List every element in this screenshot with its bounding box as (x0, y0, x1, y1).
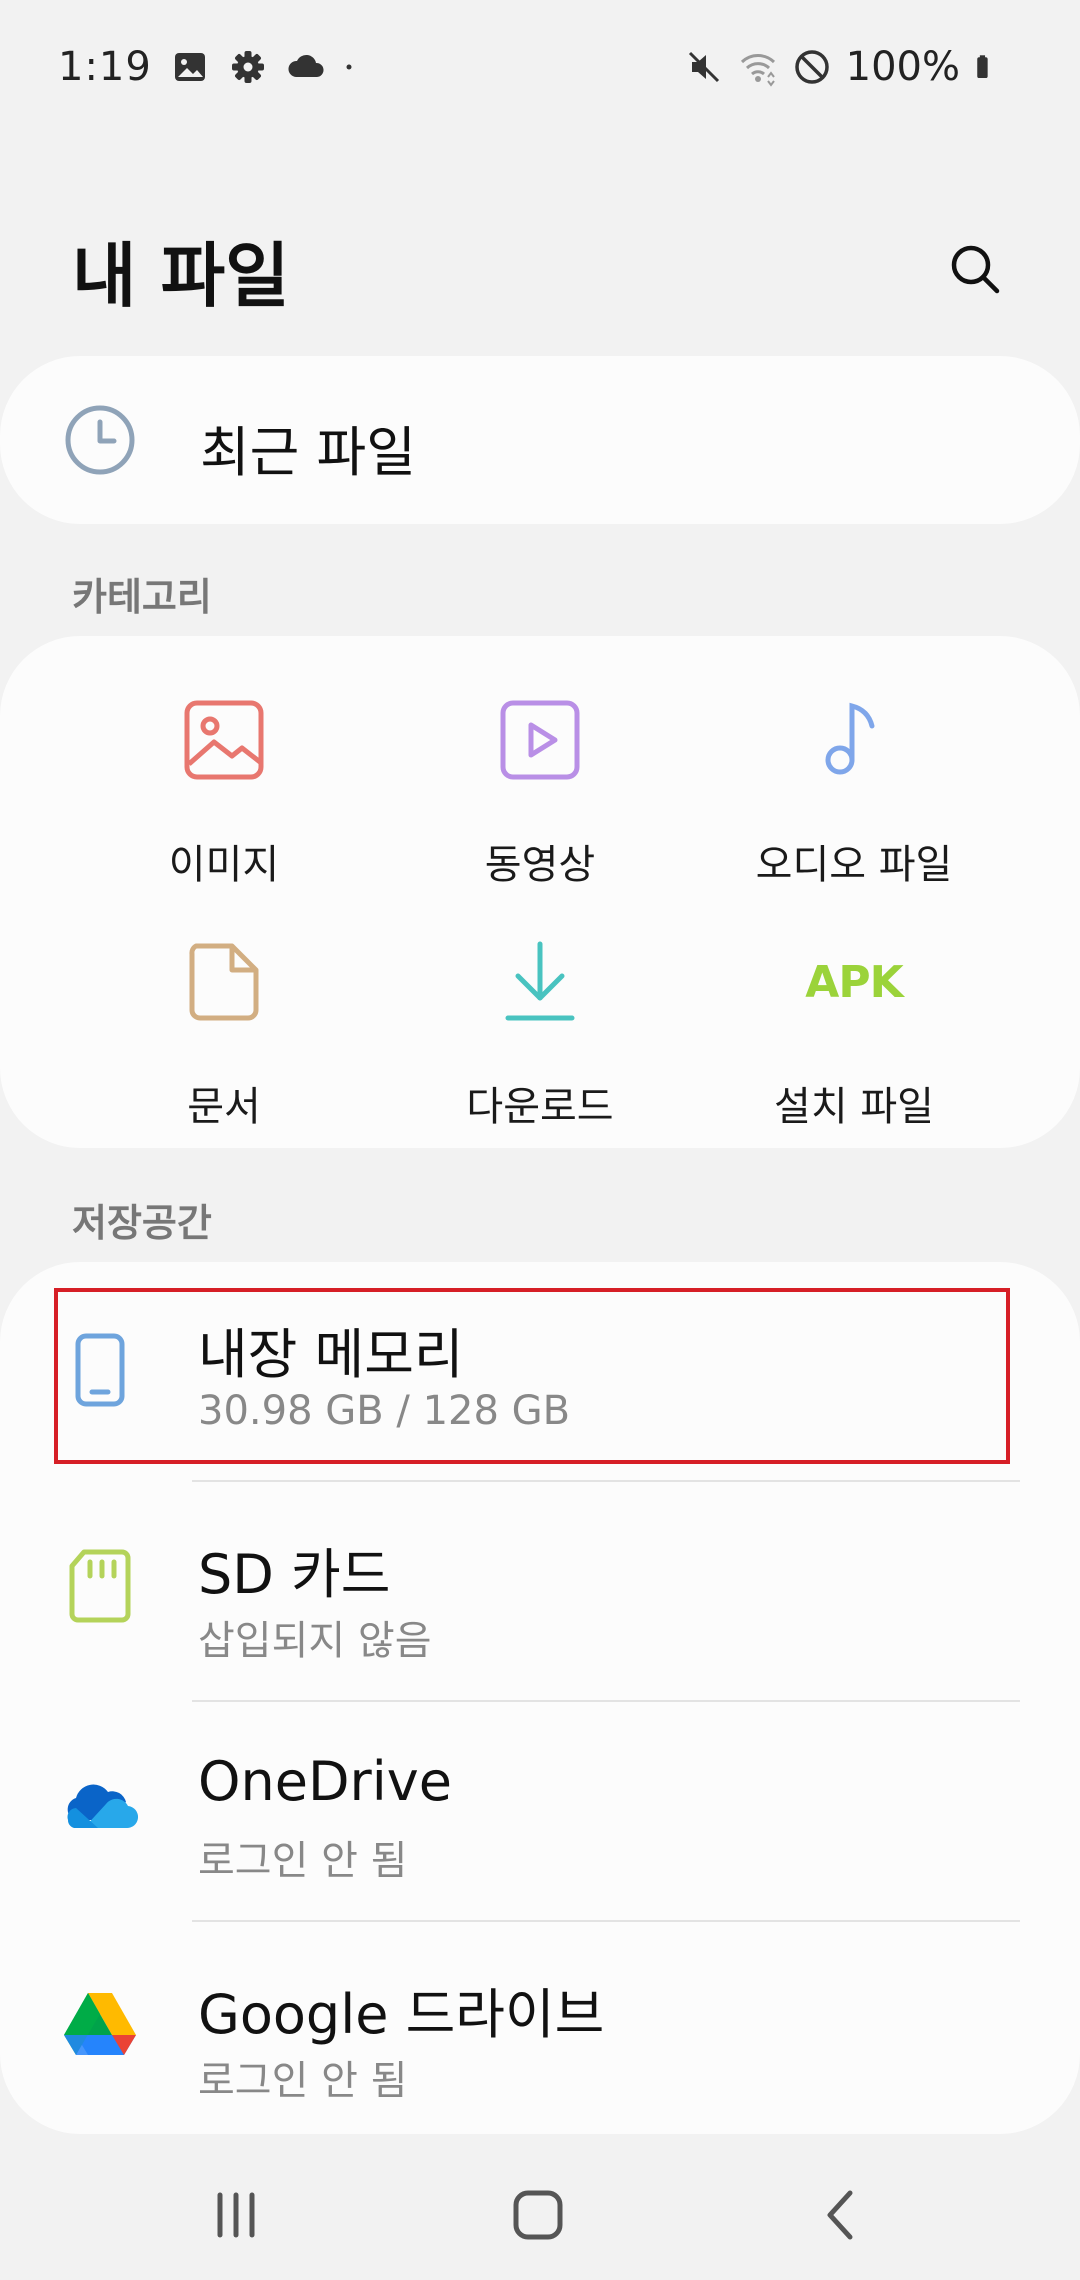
storage-detail: 삽입되지 않음 (198, 1618, 432, 1664)
storage-card: 내장 메모리 30.98 GB / 128 GB SD 카드 삽입되지 않음 O… (0, 1262, 1080, 2134)
storage-name: Google 드라이브 (198, 1983, 605, 2046)
storage-name: SD 카드 (198, 1543, 391, 1606)
category-label: 다운로드 (466, 1084, 614, 1130)
status-bar: 1:19 100% (0, 0, 1080, 140)
dot-icon (346, 64, 352, 70)
wifi-icon (740, 54, 775, 87)
category-label: 설치 파일 (774, 1084, 934, 1130)
category-label: 오디오 파일 (755, 842, 953, 888)
clock-icon (65, 405, 135, 475)
category-label: 문서 (187, 1084, 261, 1130)
category-installation-files[interactable]: APK 설치 파일 (704, 934, 1004, 1134)
storage-section-title: 저장공간 (72, 1201, 212, 1245)
image-icon (176, 692, 272, 788)
category-label: 이미지 (168, 842, 280, 888)
home-icon (513, 2190, 563, 2240)
settings-icon (231, 51, 264, 83)
storage-detail: 로그인 안 됨 (198, 2058, 408, 2104)
status-time: 1:19 (58, 44, 152, 90)
storage-name: 내장 메모리 (198, 1323, 464, 1386)
back-button[interactable] (782, 2170, 902, 2260)
google-drive-icon (58, 1980, 142, 2064)
page-title: 내 파일 (72, 235, 290, 317)
music-note-icon (806, 692, 902, 788)
sd-card-icon (58, 1544, 142, 1628)
mute-icon (688, 51, 719, 83)
search-icon (951, 245, 1000, 294)
status-right: 100% (684, 44, 1000, 90)
category-label: 동영상 (484, 842, 596, 888)
phone-icon (58, 1328, 142, 1412)
storage-google-drive[interactable]: Google 드라이브 로그인 안 됨 (0, 1922, 1080, 2142)
categories-card: 이미지 동영상 오디오 파일 문서 다운로드 APK 설치 파일 (0, 636, 1080, 1148)
download-icon (492, 934, 588, 1030)
back-icon (827, 2190, 853, 2240)
categories-section-title: 카테고리 (72, 575, 212, 619)
category-images[interactable]: 이미지 (74, 692, 374, 892)
storage-onedrive[interactable]: OneDrive 로그인 안 됨 (0, 1702, 1080, 1922)
category-documents[interactable]: 문서 (74, 934, 374, 1134)
battery-percentage: 100% (845, 44, 960, 90)
category-downloads[interactable]: 다운로드 (390, 934, 690, 1134)
recent-files-button[interactable]: 최근 파일 (0, 356, 1080, 524)
recent-apps-icon (217, 2192, 255, 2238)
home-button[interactable] (478, 2170, 598, 2260)
apk-icon: APK (805, 934, 903, 1030)
category-videos[interactable]: 동영상 (390, 692, 690, 892)
storage-detail: 30.98 GB / 128 GB (198, 1388, 571, 1434)
storage-sd-card[interactable]: SD 카드 삽입되지 않음 (0, 1482, 1080, 1702)
navigation-bar (0, 2140, 1080, 2280)
storage-name: OneDrive (198, 1750, 452, 1813)
document-icon (176, 934, 272, 1030)
storage-internal-memory[interactable]: 내장 메모리 30.98 GB / 128 GB (0, 1262, 1080, 1482)
onedrive-icon (58, 1762, 142, 1846)
video-icon (492, 692, 588, 788)
cloud-icon (288, 54, 324, 77)
gallery-icon (174, 53, 205, 81)
recent-files-label: 최근 파일 (200, 421, 416, 484)
apk-icon-text: APK (805, 956, 903, 1008)
battery-icon (977, 55, 988, 79)
storage-detail: 로그인 안 됨 (198, 1838, 408, 1884)
app-header: 내 파일 (0, 200, 1080, 330)
do-not-disturb-icon (794, 50, 829, 84)
category-audio[interactable]: 오디오 파일 (704, 692, 1004, 892)
recent-apps-button[interactable] (176, 2170, 296, 2260)
status-left: 1:19 (58, 44, 364, 90)
search-button[interactable] (930, 224, 1020, 314)
